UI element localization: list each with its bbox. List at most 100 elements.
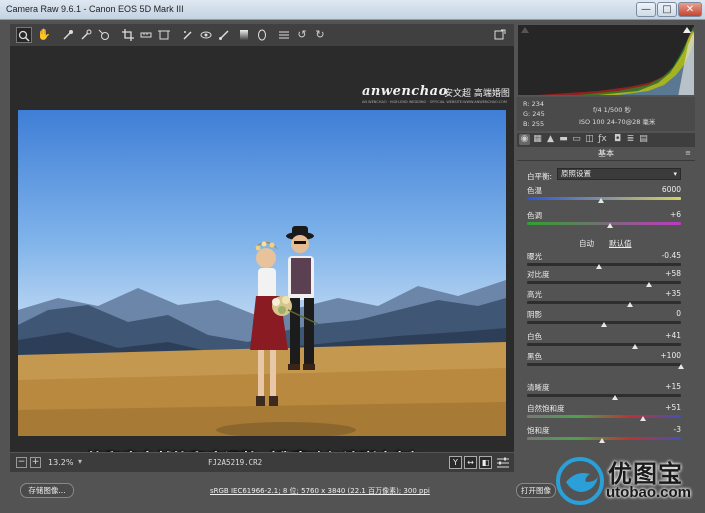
tab-detail-icon[interactable]: ▲ [545,134,556,145]
red-eye-icon[interactable] [198,27,214,43]
slider-thumb[interactable] [607,223,614,228]
minimize-button[interactable]: — [636,2,656,17]
color-sampler-icon[interactable] [78,27,94,43]
slider-label: 高光 [527,290,542,299]
slider-label: 清晰度 [527,383,550,392]
slider-track[interactable] [527,263,681,266]
save-image-button[interactable]: 存储图像... [20,483,74,498]
tab-effects-icon[interactable]: ƒx [597,134,608,145]
slider-label: 色温 [527,186,542,195]
workflow-options-link[interactable]: sRGB IEC61966-2.1; 8 位; 5760 x 3840 (22.… [210,486,430,496]
slider-thumb[interactable] [596,264,603,269]
slider-thumb[interactable] [645,282,652,287]
slider-thumb[interactable] [678,364,684,369]
slider-value[interactable]: +6 [670,210,681,219]
zoom-in-button[interactable]: + [30,457,41,468]
lens-info: ISO 100 24-70@28 毫米 [579,118,656,126]
panel-menu-icon[interactable]: ≡ [685,149,691,157]
slider-label: 黑色 [527,352,542,361]
slider-value[interactable]: -0.45 [662,251,681,260]
preferences-icon[interactable] [276,27,292,43]
site-logo: 优图宝 utobao.com [556,452,701,510]
toolbar: ✋ ↺ ↻ [10,24,514,46]
slider-track[interactable] [527,281,681,284]
tab-basic-icon[interactable]: ◉ [519,134,530,145]
radial-filter-icon[interactable] [254,27,270,43]
chevron-down-icon[interactable]: ▾ [78,457,82,466]
rotate-left-icon[interactable]: ↺ [294,27,310,43]
swap-settings-button[interactable]: ↔ [464,456,477,469]
crop-tool-icon[interactable] [120,27,136,43]
settings-sliders-icon[interactable] [496,456,510,469]
slider-value[interactable]: +41 [665,331,681,340]
slider-track[interactable] [527,363,681,366]
slider-value[interactable]: 0 [676,309,681,318]
straighten-tool-icon[interactable] [138,27,154,43]
logo-url: utobao.com [606,484,691,501]
bird-logo-icon [556,457,604,505]
slider-thumb[interactable] [597,198,604,203]
close-button[interactable]: ✕ [678,2,702,17]
white-balance-select[interactable]: 原照设置 ▾ [557,168,681,180]
tab-lens-icon[interactable]: ◫ [584,134,595,145]
slider-track[interactable] [527,415,681,418]
slider-track[interactable] [527,222,681,225]
slider-value[interactable]: +51 [665,403,681,412]
watermark: anwenchao 安文超 高端婚图 AN WENCHAO · HIGH-END… [362,84,510,106]
slider-track[interactable] [527,197,681,200]
tab-camera-icon[interactable]: ◘ [612,134,623,145]
hand-tool-icon[interactable]: ✋ [36,27,52,43]
exposure-info: f/4 1/500 秒 [593,106,631,114]
image-canvas[interactable]: anwenchao 安文超 高端婚图 AN WENCHAO · HIGH-END… [10,46,514,471]
maximize-button[interactable]: □ [657,2,677,17]
slider-value[interactable]: +15 [665,382,681,391]
highlight-clipping-icon[interactable] [683,27,691,33]
slider-value[interactable]: 6000 [662,185,681,194]
graduated-filter-icon[interactable] [236,27,252,43]
tab-presets-icon[interactable]: ≣ [625,134,636,145]
slider-track[interactable] [527,343,681,346]
slider-thumb[interactable] [611,395,618,400]
slider-thumb[interactable] [631,344,638,349]
view-toggle-button[interactable]: Y [449,456,462,469]
title-bar: Camera Raw 9.6.1 - Canon EOS 5D Mark III… [0,0,705,20]
white-balance-value: 原照设置 [561,169,591,178]
zoom-out-button[interactable]: − [16,457,27,468]
shadow-clipping-icon[interactable] [521,27,529,33]
slider-value[interactable]: +58 [665,269,681,278]
targeted-adjustment-icon[interactable] [96,27,112,43]
auto-button[interactable]: 自动 [579,238,594,249]
workspace: ✋ ↺ ↻ anwenchao 安文超 高端婚图 AN WENCHAO · HI… [10,24,514,472]
open-image-button[interactable]: 打开图像 [516,483,556,498]
white-balance-tool-icon[interactable] [60,27,76,43]
tab-split-toning-icon[interactable]: ▭ [571,134,582,145]
slider-value[interactable]: +35 [665,289,681,298]
transform-tool-icon[interactable] [156,27,172,43]
before-after-button[interactable]: ◧ [479,456,492,469]
slider-label: 白色 [527,332,542,341]
slider-track[interactable] [527,301,681,304]
spot-removal-icon[interactable] [180,27,196,43]
watermark-cn: 安文超 高端婚图 [444,89,510,99]
tab-hsl-icon[interactable]: ▬ [558,134,569,145]
adjustment-brush-icon[interactable] [216,27,232,43]
basic-panel: 基本 ≡ 白平衡: 原照设置 ▾ 自动 默认值 色温 6000 色调 +6 曝光 -0.4… [517,148,695,472]
slider-value[interactable]: +100 [660,351,681,360]
white-balance-label: 白平衡: [527,172,553,181]
slider-thumb[interactable] [599,438,606,443]
zoom-level[interactable]: 13.2% [48,458,73,467]
slider-label: 饱和度 [527,426,550,435]
slider-value[interactable]: -3 [674,425,681,434]
blue-value: B: 255 [523,120,545,128]
tab-tone-curve-icon[interactable]: ▦ [532,134,543,145]
fullscreen-icon[interactable] [492,27,508,43]
tab-snapshots-icon[interactable]: ▤ [638,134,649,145]
slider-thumb[interactable] [639,416,646,421]
default-button[interactable]: 默认值 [609,238,632,249]
slider-track[interactable] [527,394,681,397]
zoom-tool-icon[interactable] [16,27,32,43]
rotate-right-icon[interactable]: ↻ [312,27,328,43]
slider-thumb[interactable] [627,302,634,307]
slider-thumb[interactable] [601,322,607,327]
slider-label: 对比度 [527,270,550,279]
